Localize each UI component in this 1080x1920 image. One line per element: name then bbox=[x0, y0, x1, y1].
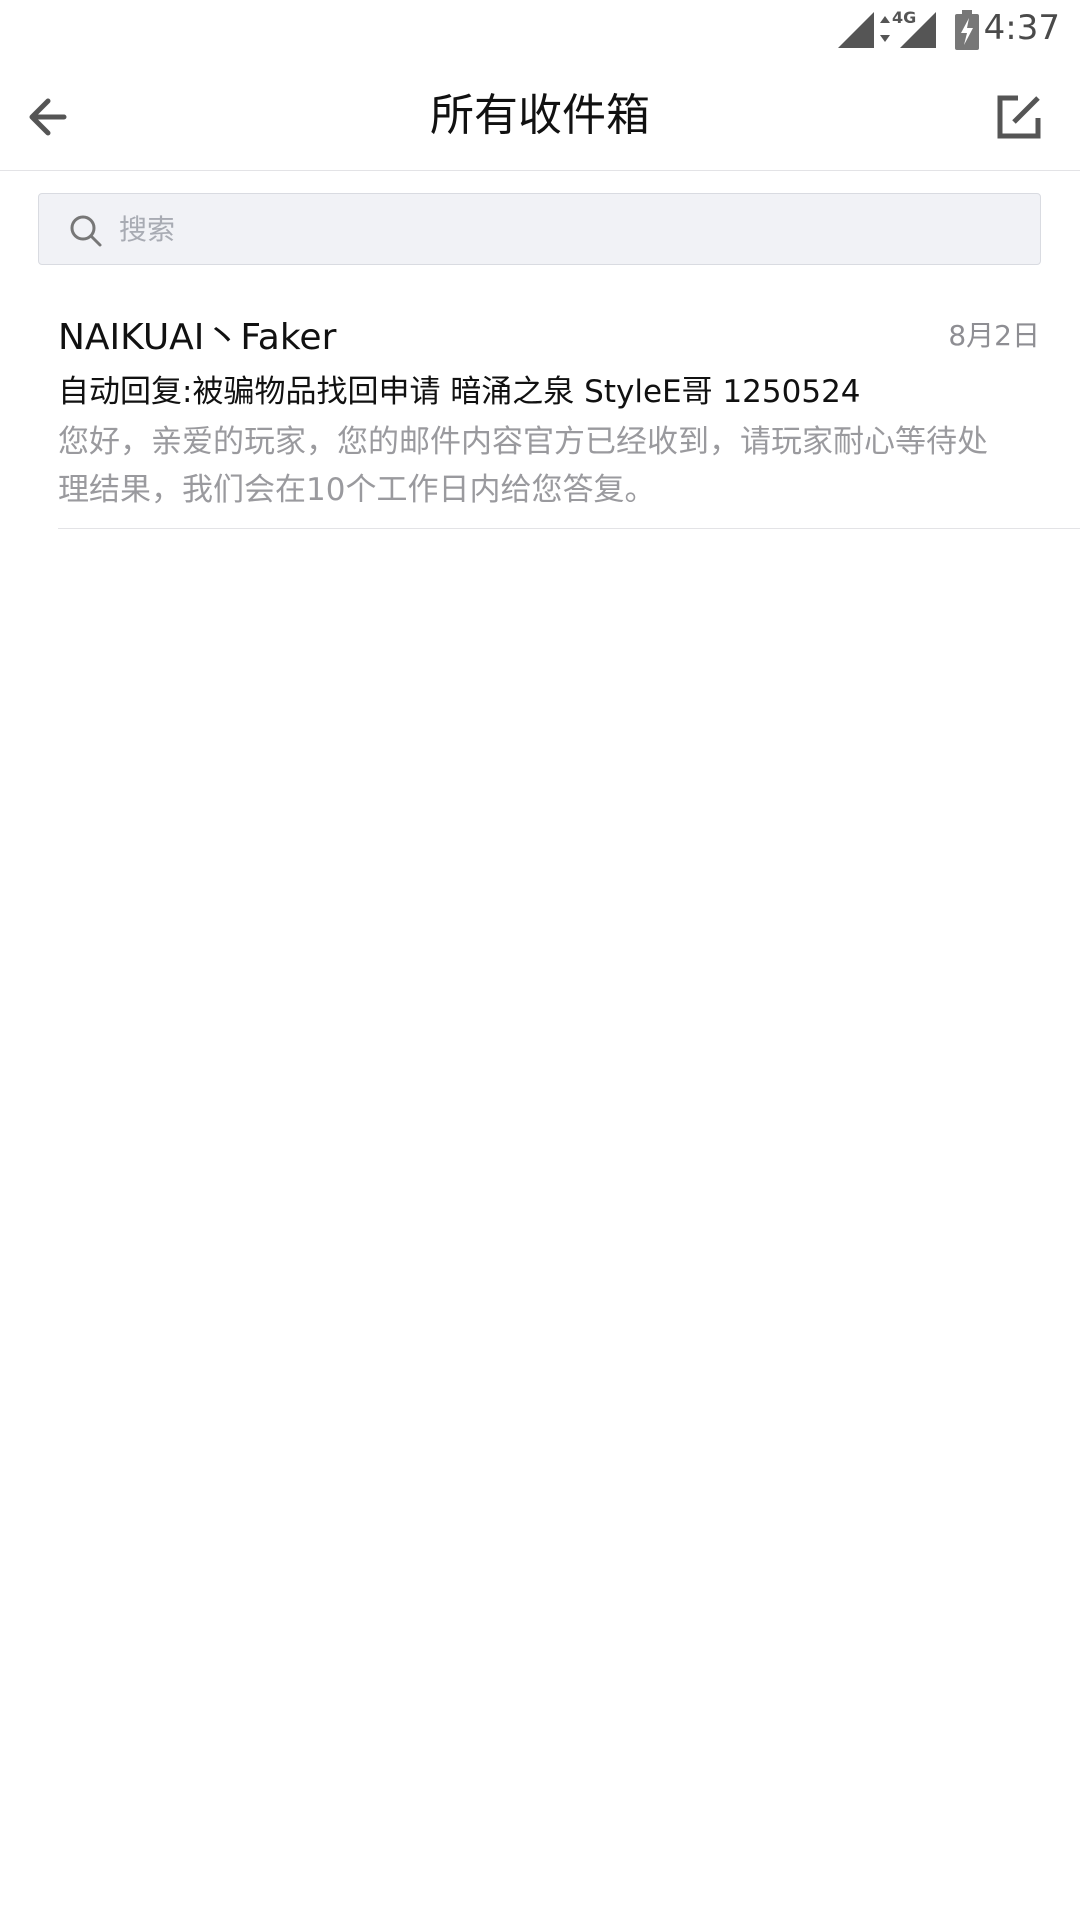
mail-subject: 自动回复:被骗物品找回申请 暗涌之泉 StyleE哥 1250524 bbox=[58, 374, 861, 410]
signal-icon bbox=[900, 12, 936, 48]
page-title: 所有收件箱 bbox=[430, 90, 650, 141]
divider bbox=[58, 528, 1080, 529]
compose-button[interactable] bbox=[994, 92, 1044, 142]
clock: 4:37 bbox=[983, 8, 1060, 48]
status-bar: 4G 4:37 bbox=[0, 0, 1080, 60]
search-bar[interactable] bbox=[38, 193, 1041, 265]
data-arrows-icon bbox=[880, 16, 890, 42]
mail-preview: 您好，亲爱的玩家，您的邮件内容官方已经收到，请玩家耐心等待处理结果，我们会在10… bbox=[58, 424, 988, 508]
battery-charging-icon bbox=[955, 10, 979, 50]
search-input[interactable] bbox=[119, 194, 1019, 264]
mail-date: 8月2日 bbox=[948, 319, 1040, 352]
signal-icon bbox=[838, 12, 874, 48]
list-item[interactable]: NAIKUAI丶Faker 8月2日 自动回复:被骗物品找回申请 暗涌之泉 St… bbox=[0, 300, 1080, 530]
app-header: 所有收件箱 bbox=[0, 60, 1080, 171]
search-icon bbox=[70, 215, 102, 247]
compose-icon bbox=[997, 95, 1041, 139]
mail-sender: NAIKUAI丶Faker bbox=[58, 317, 337, 358]
